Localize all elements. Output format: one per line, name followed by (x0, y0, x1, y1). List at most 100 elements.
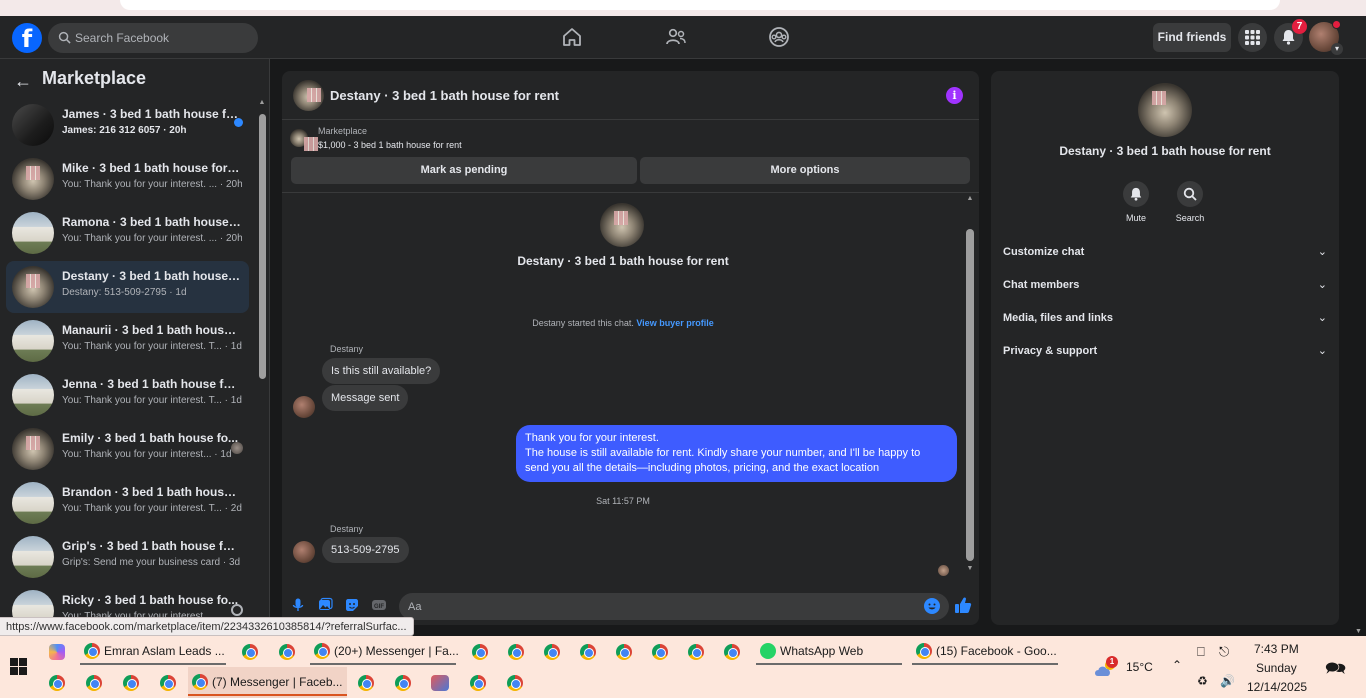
scroll-down-icon[interactable]: ▼ (965, 565, 975, 572)
sender-name: Destany (330, 344, 364, 354)
taskbar-app[interactable]: (15) Facebook - Goo... (912, 636, 1058, 667)
message-input[interactable] (408, 593, 908, 620)
volume-icon[interactable]: 🔊 (1220, 674, 1235, 688)
chrome-icon[interactable] (544, 644, 560, 660)
chrome-icon[interactable] (49, 675, 65, 691)
notifications-badge: 7 (1292, 19, 1307, 34)
divider (282, 192, 979, 193)
back-arrow-icon[interactable]: ← (14, 71, 32, 92)
chevron-up-icon[interactable]: ⌃ (1172, 658, 1182, 672)
incoming-message[interactable]: Is this still available? (322, 358, 441, 384)
app-icon[interactable] (431, 675, 449, 691)
conversation-item[interactable]: Manaurii · 3 bed 1 bath house f... You: T… (6, 315, 249, 367)
conversation-name: Jenna · 3 bed 1 bath house for r... (62, 377, 242, 391)
page-scrollbar[interactable]: ▼ (1352, 59, 1366, 635)
conversation-item[interactable]: Ramona · 3 bed 1 bath house fo... You: Th… (6, 207, 249, 259)
wifi-icon[interactable]: ♻ (1197, 674, 1208, 688)
find-friends-button[interactable]: Find friends (1153, 23, 1231, 52)
incoming-message[interactable]: Message sent (322, 385, 409, 411)
clock-date[interactable]: 12/14/2025 (1247, 680, 1307, 694)
incoming-message[interactable]: 513-509-2795 (322, 537, 409, 563)
chrome-icon[interactable] (279, 644, 295, 660)
mute-button[interactable]: Mute (1106, 181, 1166, 223)
conversation-item[interactable]: Destany · 3 bed 1 bath house fo... Destan… (6, 261, 249, 313)
friends-icon[interactable] (664, 25, 688, 49)
scroll-up-icon[interactable]: ▲ (258, 99, 266, 106)
more-options-button[interactable]: More options (640, 157, 970, 184)
conversation-name: Manaurii · 3 bed 1 bath house f... (62, 323, 242, 337)
chat-avatar[interactable] (293, 80, 324, 111)
chrome-icon[interactable] (507, 675, 523, 691)
scroll-down-icon[interactable]: ▼ (1355, 628, 1362, 635)
notification-center-icon[interactable]: 🗪 (1325, 656, 1346, 685)
home-icon[interactable] (560, 25, 584, 49)
facebook-logo[interactable]: f (12, 23, 42, 53)
chrome-icon[interactable] (358, 675, 374, 691)
outgoing-message[interactable]: Thank you for your interest. The house i… (516, 425, 957, 482)
photo-icon[interactable] (317, 597, 333, 613)
temperature[interactable]: 15°C (1126, 660, 1153, 674)
media-files-links-section[interactable]: Media, files and links ⌄ (1003, 309, 1327, 329)
chrome-icon[interactable] (508, 644, 524, 660)
menu-button[interactable] (1238, 23, 1267, 52)
conversation-item[interactable]: James · 3 bed 1 bath house fo... James: 2… (6, 99, 249, 151)
view-buyer-profile-link[interactable]: View buyer profile (636, 318, 713, 328)
microphone-icon[interactable] (290, 597, 306, 613)
privacy-support-section[interactable]: Privacy & support ⌄ (1003, 342, 1327, 362)
customize-chat-section[interactable]: Customize chat ⌄ (1003, 243, 1327, 263)
clock-time[interactable]: 7:43 PM (1254, 642, 1299, 656)
taskbar-app[interactable]: WhatsApp Web (756, 636, 902, 667)
chrome-icon[interactable] (123, 675, 139, 691)
chat-members-section[interactable]: Chat members ⌄ (1003, 276, 1327, 296)
chrome-icon[interactable] (86, 675, 102, 691)
search-in-chat-button[interactable]: Search (1160, 181, 1220, 223)
sidebar-scrollbar[interactable]: ▲ (258, 99, 266, 619)
info-icon[interactable]: i (946, 87, 963, 104)
sticker-icon[interactable] (344, 597, 360, 613)
conversation-item[interactable]: Ricky · 3 bed 1 bath house fo... You: Tha… (6, 585, 249, 619)
groups-icon[interactable] (767, 25, 791, 49)
conversation-item[interactable]: Jenna · 3 bed 1 bath house for r... You: … (6, 369, 249, 421)
mute-label: Mute (1125, 213, 1146, 223)
chrome-icon[interactable] (470, 675, 486, 691)
chrome-icon[interactable] (616, 644, 632, 660)
conversation-avatar[interactable] (600, 203, 644, 247)
conversation-item[interactable]: Emily · 3 bed 1 bath house fo... You: Tha… (6, 423, 249, 475)
chrome-icon[interactable] (160, 675, 176, 691)
chrome-icon[interactable] (688, 644, 704, 660)
clock-day[interactable]: Sunday (1256, 661, 1297, 675)
chrome-icon[interactable] (242, 644, 258, 660)
chrome-icon[interactable] (395, 675, 411, 691)
conversation-item[interactable]: Mike · 3 bed 1 bath house for re... You: … (6, 153, 249, 205)
battery-icon[interactable]: ⎋ (1219, 644, 1229, 660)
conversation-item[interactable]: Grip's · 3 bed 1 bath house for r... Grip… (6, 531, 249, 583)
chat-scroll-thumb[interactable] (966, 229, 974, 561)
search-input[interactable] (75, 23, 250, 53)
chrome-icon[interactable] (580, 644, 596, 660)
thumbs-up-icon[interactable] (954, 596, 972, 614)
chat-title[interactable]: Destany · 3 bed 1 bath house for rent (330, 88, 559, 103)
chat-scrollbar[interactable]: ▲ ▼ (965, 195, 975, 575)
taskbar-app[interactable]: (20+) Messenger | Fa... (310, 636, 459, 667)
scroll-up-icon[interactable]: ▲ (965, 195, 975, 202)
chrome-icon[interactable] (472, 644, 488, 660)
meet-now-icon[interactable]: ⎕ (1197, 644, 1205, 660)
taskbar-app-active[interactable]: (7) Messenger | Faceb... (188, 667, 347, 698)
details-avatar[interactable] (1138, 83, 1192, 137)
sidebar-scroll-thumb[interactable] (259, 114, 266, 379)
search-box[interactable] (48, 23, 258, 53)
address-bar[interactable] (120, 0, 1280, 10)
gif-icon[interactable]: GIF (371, 597, 387, 613)
conversation-item[interactable]: Brandon · 3 bed 1 bath house f... You: Th… (6, 477, 249, 529)
chrome-icon[interactable] (724, 644, 740, 660)
chrome-icon[interactable] (652, 644, 668, 660)
sender-avatar[interactable] (293, 541, 315, 563)
account-avatar[interactable]: ▾ (1309, 20, 1343, 55)
message-field[interactable] (399, 593, 949, 620)
conversation-preview: You: Thank you for your interest. ... · … (62, 179, 242, 190)
taskbar-app[interactable]: Emran Aslam Leads ... (80, 636, 226, 667)
copilot-icon[interactable] (49, 644, 65, 660)
mark-as-pending-button[interactable]: Mark as pending (291, 157, 637, 184)
sender-avatar[interactable] (293, 396, 315, 418)
emoji-icon[interactable] (924, 598, 940, 614)
